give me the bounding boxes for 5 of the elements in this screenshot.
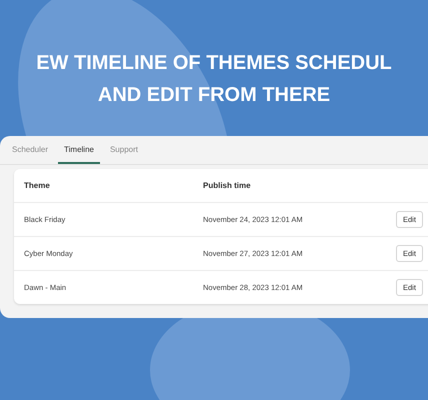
column-header: Publish time bbox=[203, 181, 252, 190]
headline: EW TIMELINE OF THEMES SCHEDUL bbox=[36, 51, 392, 76]
headline: AND EDIT FROM THERE bbox=[98, 83, 330, 108]
tab[interactable]: Timeline bbox=[58, 136, 100, 164]
column-header: Theme bbox=[24, 181, 51, 190]
